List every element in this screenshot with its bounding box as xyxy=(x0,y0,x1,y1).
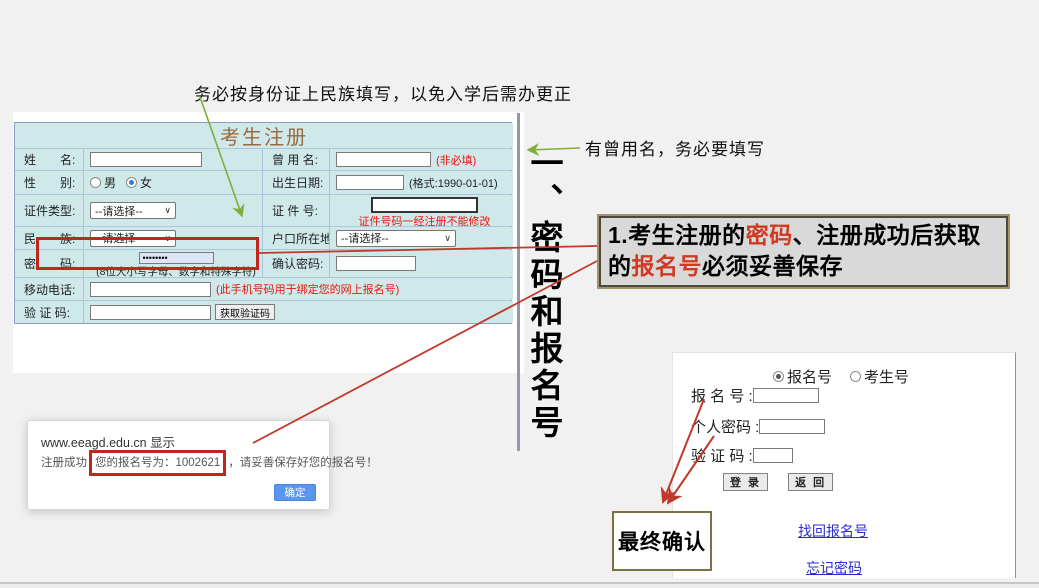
gender-male-radio[interactable] xyxy=(90,177,101,188)
registration-success-dialog: www.eeagd.edu.cn 显示 注册成功 您的报名号为：1002621，… xyxy=(27,420,330,510)
dialog-message-prefix: 注册成功 xyxy=(41,454,87,470)
id-type-label: 证件类型: xyxy=(15,195,83,226)
name-label: 姓 名: xyxy=(15,149,83,170)
forgot-password-link[interactable]: 忘记密码 xyxy=(806,558,862,578)
regno-radio[interactable] xyxy=(773,371,784,382)
final-confirm-box: 最终确认 xyxy=(612,511,712,571)
confirm-password-label: 确认密码: xyxy=(263,250,329,277)
gender-female-radio[interactable] xyxy=(126,177,137,188)
regno-radio-label[interactable]: 报名号 xyxy=(787,366,832,387)
id-number-label: 证 件 号: xyxy=(263,195,329,226)
examno-radio[interactable] xyxy=(850,371,861,382)
captcha-label: 验 证 码: xyxy=(15,301,83,323)
gender-male-option[interactable]: 男 xyxy=(104,174,116,191)
login-button[interactable]: 登 录 xyxy=(723,473,768,491)
former-name-annotation: 有曾用名，务必要填写 xyxy=(585,135,765,160)
birth-date-format-note: (格式:1990-01-01) xyxy=(409,175,498,191)
login-captcha-input[interactable] xyxy=(753,448,793,463)
registration-form-table: 考生注册 姓 名: 曾 用 名: (非必填) 性 别: 男 女 出生日期: (格… xyxy=(14,122,512,324)
chevron-down-icon: ∨ xyxy=(444,233,451,244)
text-segment: 1.考生注册的 xyxy=(608,222,746,248)
login-captcha-label: 验 证 码 : xyxy=(691,445,753,466)
residence-label: 户口所在地: xyxy=(263,227,329,249)
password-highlight-box xyxy=(36,237,259,270)
former-name-note: (非必填) xyxy=(436,152,476,168)
id-number-input[interactable] xyxy=(371,197,478,213)
login-regno-label: 报 名 号 : xyxy=(691,385,753,406)
form-title: 考生注册 xyxy=(220,123,308,148)
text-segment: 您的报名号为：1002621 xyxy=(89,450,226,476)
gender-label: 性 别: xyxy=(15,171,83,194)
residence-select[interactable]: --请选择--∨ xyxy=(336,230,456,247)
dialog-message-regno: 您的报名号为：1002621，请妥善保存好您的报名号！ xyxy=(87,454,378,470)
password-regno-warning-box: 1.考生注册的密码、注册成功后获取的报名号必须妥善保存 xyxy=(599,216,1008,287)
gender-female-option[interactable]: 女 xyxy=(140,174,152,191)
vertical-divider xyxy=(517,113,520,451)
text-segment: 必须妥善保存 xyxy=(702,253,843,279)
examno-radio-label[interactable]: 考生号 xyxy=(864,366,909,387)
login-regno-input[interactable] xyxy=(753,388,819,403)
confirm-password-input[interactable] xyxy=(336,256,416,271)
login-panel-screenshot: 报名号 考生号 报 名 号 : 个人密码 : 验 证 码 : 登 录 返 回 找… xyxy=(672,352,1016,578)
section-title-vertical: 一、密码和报名号 xyxy=(521,146,567,476)
dialog-site-title: www.eeagd.edu.cn 显示 xyxy=(41,432,175,451)
birth-date-label: 出生日期: xyxy=(263,171,329,194)
mobile-note: (此手机号码用于绑定您的网上报名号) xyxy=(216,281,399,297)
back-button[interactable]: 返 回 xyxy=(788,473,833,491)
text-segment: 报名号 xyxy=(632,253,703,279)
dialog-message: 注册成功 您的报名号为：1002621，请妥善保存好您的报名号！ xyxy=(41,454,378,470)
mobile-input[interactable] xyxy=(90,282,211,297)
login-password-label: 个人密码 : xyxy=(691,416,759,437)
former-name-label: 曾 用 名: xyxy=(263,149,329,170)
mobile-label: 移动电话: xyxy=(15,278,83,300)
text-segment: 密码 xyxy=(746,222,793,248)
birth-date-input[interactable] xyxy=(336,175,404,190)
id-type-select[interactable]: --请选择--∨ xyxy=(90,202,176,219)
ethnicity-annotation: 务必按身份证上民族填写，以免入学后需办更正 xyxy=(194,80,572,105)
id-number-note: 证件号码一经注册不能修改 xyxy=(359,213,491,226)
chevron-down-icon: ∨ xyxy=(164,205,171,216)
login-password-input[interactable] xyxy=(759,419,825,434)
name-input[interactable] xyxy=(90,152,202,167)
former-name-input[interactable] xyxy=(336,152,431,167)
dialog-ok-button[interactable]: 确定 xyxy=(274,484,316,501)
captcha-input[interactable] xyxy=(90,305,211,320)
find-regno-link[interactable]: 找回报名号 xyxy=(798,521,868,541)
get-captcha-button[interactable]: 获取验证码 xyxy=(215,304,275,320)
text-segment: ，请妥善保存好您的报名号！ xyxy=(228,457,378,469)
slide-bottom-strip xyxy=(0,584,1039,588)
